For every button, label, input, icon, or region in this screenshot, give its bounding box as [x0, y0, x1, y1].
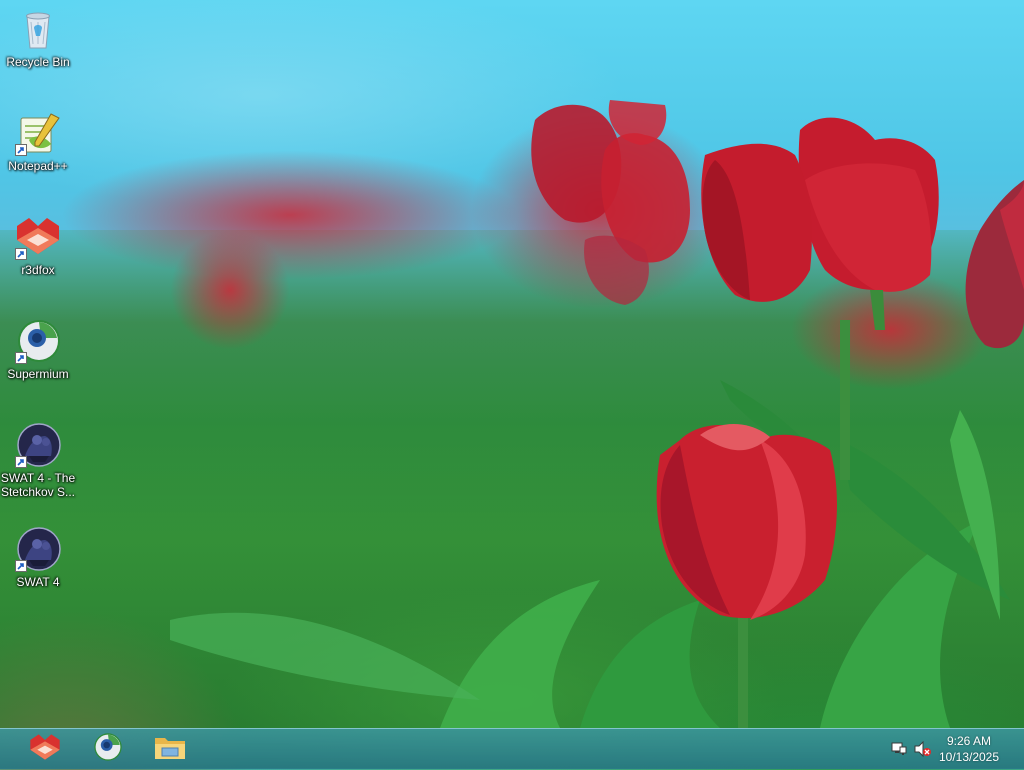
desktop-icon-label: r3dfox — [21, 263, 55, 277]
desktop-icon-label: Recycle Bin — [6, 55, 70, 69]
clock-time: 9:26 AM — [946, 734, 992, 748]
shortcut-arrow-icon — [15, 144, 27, 156]
r3dfox-icon — [15, 214, 61, 260]
folder-icon — [154, 733, 186, 766]
desktop-icon-r3dfox[interactable]: r3dfox — [0, 214, 76, 277]
desktop-icon-supermium[interactable]: Supermium — [0, 318, 76, 381]
desktop-icon-recycle-bin[interactable]: Recycle Bin — [0, 6, 76, 69]
desktop-icon-swat4-tss[interactable]: SWAT 4 - The Stetchkov S... — [0, 422, 76, 499]
desktop-icon-swat4[interactable]: SWAT 4 — [0, 526, 76, 589]
wallpaper-tulip-upper-right — [798, 117, 939, 330]
swat4-icon — [15, 526, 61, 572]
network-icon[interactable] — [891, 741, 907, 757]
desktop-icon-label: Supermium — [7, 367, 69, 381]
notepad-plus-plus-icon — [15, 110, 61, 156]
taskbar: 9:26 AM 10/13/2025 — [0, 728, 1024, 769]
shortcut-arrow-icon — [15, 456, 27, 468]
r3dfox-icon — [28, 733, 62, 766]
supermium-icon — [15, 318, 61, 364]
shortcut-arrow-icon — [15, 248, 27, 260]
taskbar-button-supermium[interactable] — [80, 732, 136, 766]
recycle-bin-icon — [15, 6, 61, 52]
taskbar-clock[interactable]: 9:26 AM 10/13/2025 — [934, 733, 1004, 765]
desktop-icon-notepad-plus-plus[interactable]: Notepad++ — [0, 110, 76, 173]
desktop-icon-label: Notepad++ — [8, 159, 68, 173]
taskbar-button-file-explorer[interactable] — [142, 732, 198, 766]
shortcut-arrow-icon — [15, 352, 27, 364]
desktop-icon-label: SWAT 4 - The Stetchkov S... — [0, 471, 76, 499]
wallpaper-tulip-front — [656, 423, 837, 620]
desktop-icon-label: SWAT 4 — [16, 575, 60, 589]
desktop-wallpaper — [0, 0, 1024, 770]
wallpaper-tulip-back — [531, 100, 690, 305]
taskbar-button-r3dfox[interactable] — [17, 732, 73, 766]
wallpaper-tulip-mid — [701, 143, 812, 302]
supermium-icon — [93, 732, 123, 767]
wallpaper-tulip-edge — [965, 180, 1024, 349]
volume-muted-icon[interactable] — [914, 740, 931, 758]
clock-date: 10/13/2025 — [938, 750, 1000, 764]
shortcut-arrow-icon — [15, 560, 27, 572]
swat4-tss-icon — [15, 422, 61, 468]
